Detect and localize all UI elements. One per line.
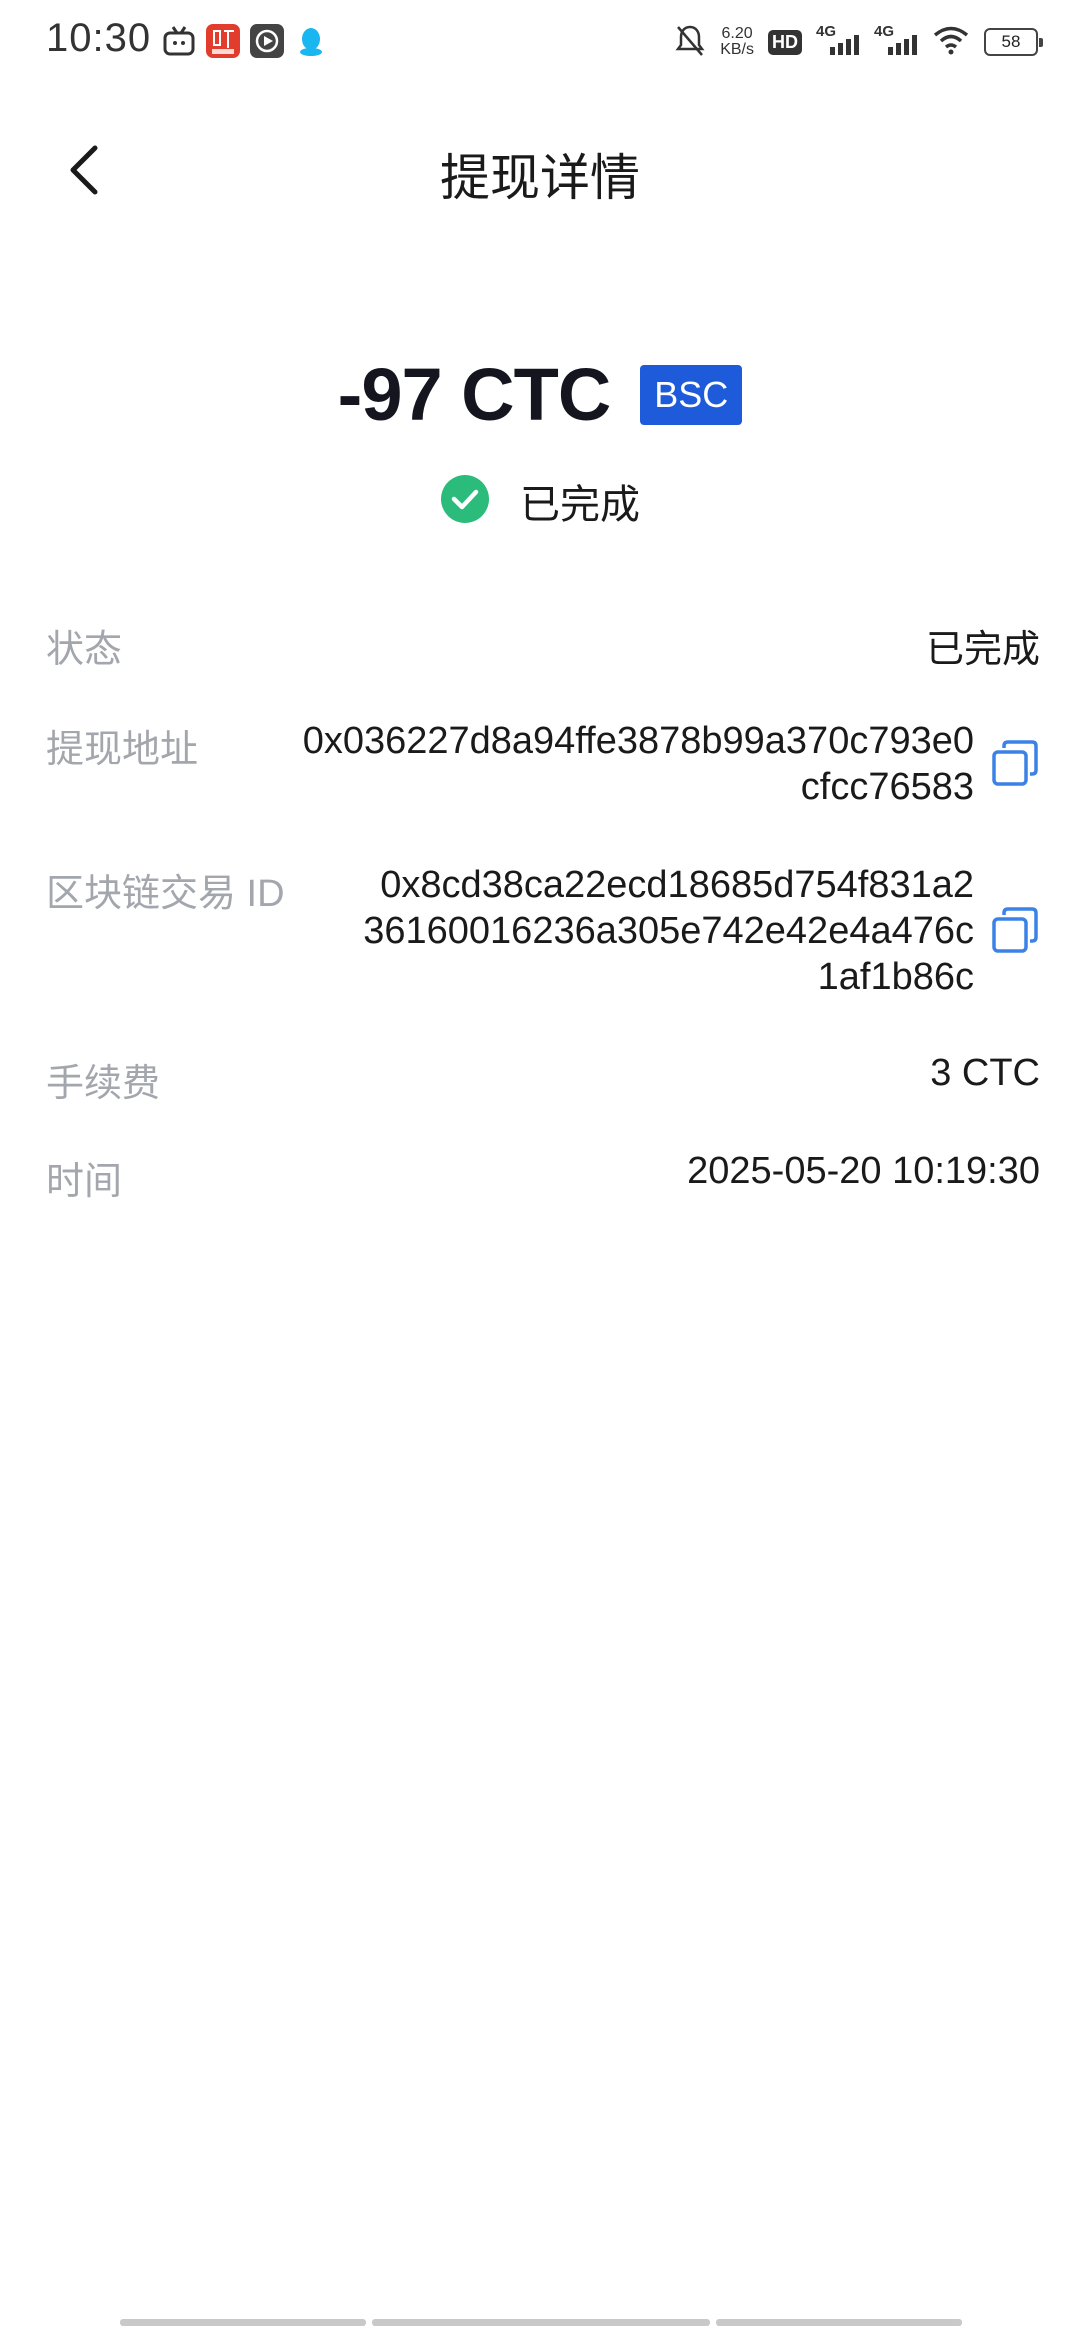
time-value: 2025-05-20 10:19:30 [687,1150,1040,1192]
address-label: 提现地址 [46,729,199,771]
speed-value: 6.20 [721,25,753,42]
net1-label: 4G [816,23,837,40]
txid-line: 1af1b86c [817,956,974,998]
video-app-icon [250,24,284,58]
address-value: 0x036227d8a94ffe3878b99a370c793e0 cfcc76… [303,718,974,810]
status-label: 状态 [46,629,123,671]
signal-sim1-icon: 4G [816,23,860,59]
chain-badge: BSC [640,364,743,425]
wifi-icon [932,25,970,60]
gesture-bar-left [120,2319,366,2326]
fee-value: 3 CTC [930,1052,1040,1094]
txid-value: 0x8cd38ca22ecd18685d754f831a2 3616001623… [363,862,974,1000]
withdraw-amount: -97 CTC [337,353,612,436]
txid-line: 0x8cd38ca22ecd18685d754f831a2 [380,864,974,906]
status-bar: 10:30 6.20 KB/s HD 4G 4G 58 [0,0,1080,84]
tv-app-icon [162,24,196,58]
detail-row-status: 状态 已完成 [46,618,1040,673]
page-header: 提现详情 [0,110,1080,230]
status-indicators: 6.20 KB/s HD 4G 4G 58 [674,18,1043,66]
amount-summary: -97 CTC BSC [0,352,1080,437]
status-value: 已完成 [925,629,1040,671]
txid-label: 区块链交易 ID [46,873,285,915]
detail-row-txid: 区块链交易 ID 0x8cd38ca22ecd18685d754f831a2 3… [46,862,1040,1000]
status-summary: 已完成 [0,472,1080,530]
detail-row-time: 时间 2025-05-20 10:19:30 [46,1150,1040,1205]
detail-row-fee: 手续费 3 CTC [46,1052,1040,1107]
address-line: 0x036227d8a94ffe3878b99a370c793e0 [302,720,974,762]
battery-icon: 58 [984,28,1043,56]
copy-icon [992,907,1038,953]
check-circle-icon [440,474,490,529]
txid-line: 36160016236a305e742e42e4a476c [363,910,974,952]
signal-sim2-icon: 4G [874,23,918,59]
mute-icon [674,23,706,62]
hd-badge: HD [768,29,802,55]
copy-txid-button[interactable] [988,905,1040,957]
gesture-bar-right [716,2319,962,2326]
network-speed: 6.20 KB/s [720,26,754,58]
copy-address-button[interactable] [988,738,1040,790]
detail-row-address: 提现地址 0x036227d8a94ffe3878b99a370c793e0 c… [46,718,1040,810]
page-title: 提现详情 [440,150,640,206]
address-line: cfcc76583 [800,766,974,808]
qq-app-icon [294,24,328,58]
speed-unit: KB/s [720,41,754,58]
fee-label: 手续费 [46,1063,161,1105]
copy-icon [992,740,1038,786]
status-time: 10:30 [46,16,152,60]
gesture-bar-center [372,2319,710,2326]
status-summary-text: 已完成 [520,483,640,527]
net2-label: 4G [874,23,895,40]
time-label: 时间 [46,1161,123,1203]
listen-app-icon [206,24,240,58]
